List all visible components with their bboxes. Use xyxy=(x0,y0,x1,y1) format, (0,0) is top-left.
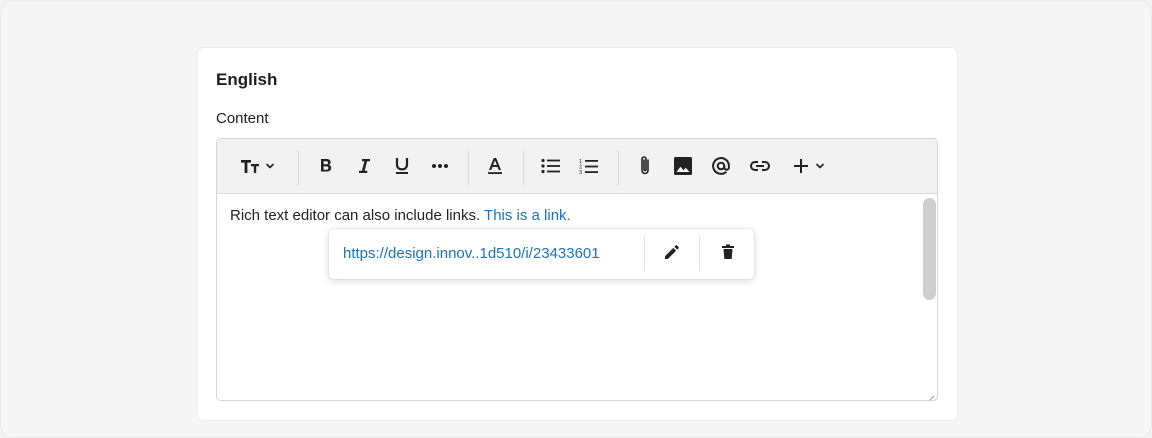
bulleted-list-button[interactable] xyxy=(538,151,564,181)
italic-button[interactable] xyxy=(352,151,376,181)
attachment-icon xyxy=(639,155,651,177)
delete-icon xyxy=(721,244,735,265)
text-size-button[interactable] xyxy=(235,151,279,181)
content-label: Content xyxy=(216,110,269,127)
popover-divider xyxy=(644,237,645,271)
insert-more-button[interactable] xyxy=(789,151,829,181)
numbered-list-button[interactable]: 1 2 3 xyxy=(576,151,602,181)
svg-text:3: 3 xyxy=(579,170,582,175)
more-button[interactable] xyxy=(428,151,452,181)
link-button[interactable] xyxy=(747,151,773,181)
link-url[interactable]: https://design.innov..1d510/i/23433601 xyxy=(343,245,600,262)
resize-handle-icon[interactable] xyxy=(926,391,935,400)
bulleted-list-icon xyxy=(541,158,561,174)
delete-link-button[interactable] xyxy=(713,239,743,269)
underline-icon xyxy=(394,157,410,175)
more-icon xyxy=(431,163,449,169)
image-button[interactable] xyxy=(671,151,695,181)
language-title: English xyxy=(216,70,278,89)
toolbar-divider xyxy=(468,151,469,185)
toolbar-divider xyxy=(618,151,619,185)
toolbar-divider xyxy=(298,151,299,185)
link-icon xyxy=(749,160,771,172)
chevron-down-icon xyxy=(815,161,825,171)
image-icon xyxy=(674,157,692,175)
scrollbar-thumb[interactable] xyxy=(923,198,936,300)
numbered-list-icon: 1 2 3 xyxy=(579,158,599,175)
underline-button[interactable] xyxy=(390,151,414,181)
mention-button[interactable] xyxy=(709,151,733,181)
italic-icon xyxy=(357,158,371,174)
mention-icon xyxy=(711,156,731,176)
editor-link[interactable]: This is a link. xyxy=(484,207,571,224)
bold-icon xyxy=(319,158,333,174)
editor-content-area[interactable]: Rich text editor can also include links.… xyxy=(217,195,937,400)
attachment-button[interactable] xyxy=(633,151,657,181)
editor-text: Rich text editor can also include links. xyxy=(230,207,485,224)
plus-icon xyxy=(793,158,809,174)
chevron-down-icon xyxy=(265,161,275,171)
edit-link-button[interactable] xyxy=(657,239,687,269)
editor-toolbar: 1 2 3 xyxy=(217,139,937,194)
popover-divider xyxy=(699,237,700,271)
text-color-button[interactable] xyxy=(483,151,507,181)
page-background: English Content 1 2 3 Rich text editor c… xyxy=(0,0,1152,438)
text-size-icon xyxy=(240,157,262,175)
text-color-icon xyxy=(487,157,503,175)
edit-icon xyxy=(664,244,680,265)
link-popover: https://design.innov..1d510/i/23433601 xyxy=(329,229,754,279)
editor-paragraph: Rich text editor can also include links.… xyxy=(230,207,571,224)
bold-button[interactable] xyxy=(314,151,338,181)
toolbar-divider xyxy=(523,151,524,185)
